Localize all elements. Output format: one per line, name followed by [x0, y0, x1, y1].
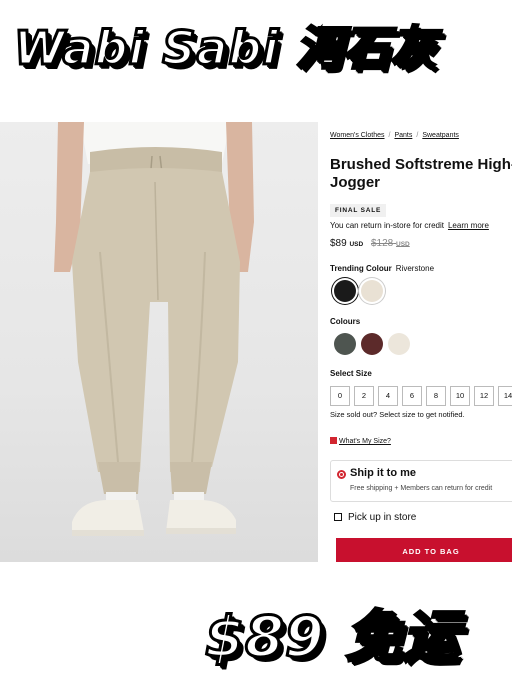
swatch-riverstone[interactable]	[361, 280, 383, 302]
return-policy: You can return in-store for credit Learn …	[330, 221, 489, 230]
size-guide-icon	[330, 437, 337, 444]
breadcrumb-sweatpants[interactable]: Sweatpants	[422, 132, 459, 139]
size-option-12[interactable]: 12	[474, 386, 494, 406]
size-option-14[interactable]: 14	[498, 386, 512, 406]
current-currency: USD	[349, 241, 364, 248]
size-option-0[interactable]: 0	[330, 386, 350, 406]
product-photo	[0, 122, 318, 562]
trending-colour-value: Riverstone	[395, 264, 435, 273]
breadcrumb-womens-clothes[interactable]: Women's Clothes	[330, 132, 385, 139]
size-option-6[interactable]: 6	[402, 386, 422, 406]
current-price: $89	[330, 238, 347, 249]
ship-option-title: Ship it to me	[350, 467, 416, 479]
product-title-line2: Jogger	[330, 174, 381, 191]
size-guide-link[interactable]: What's My Size?	[339, 438, 391, 445]
ship-option-subtitle: Free shipping + Members can return for c…	[350, 485, 493, 492]
return-policy-text: You can return in-store for credit	[330, 221, 444, 230]
breadcrumb-pants[interactable]: Pants	[394, 132, 412, 139]
pickup-label: Pick up in store	[348, 512, 417, 523]
breadcrumb-separator: /	[416, 132, 419, 139]
original-price-value: $128	[370, 238, 394, 249]
size-option-2[interactable]: 2	[354, 386, 374, 406]
product-title: Brushed Softstreme High-Rise Jogger	[330, 156, 512, 192]
select-size-label: Select Size	[330, 369, 372, 378]
breadcrumb-separator: /	[388, 132, 391, 139]
pickup-in-store-option[interactable]: Pick up in store	[334, 512, 416, 523]
size-option-4[interactable]: 4	[378, 386, 398, 406]
ship-to-me-option[interactable]: Ship it to me Free shipping + Members ca…	[330, 460, 512, 502]
trending-colour-label: Trending Colour Riverstone	[330, 264, 434, 273]
swatch-burgundy[interactable]	[361, 333, 383, 355]
swatch-black[interactable]	[334, 280, 356, 302]
original-price: $128 USD	[371, 238, 410, 249]
add-to-bag-button[interactable]: ADD TO BAG	[336, 538, 512, 562]
product-detail-panel: Women's Clothes / Pants / Sweatpants Brushed…	[330, 122, 512, 562]
price-badge: $89 免运	[203, 604, 460, 672]
price: $89 USD $128 USD	[330, 238, 410, 249]
headline-title: Wabi Sabi 河石灰	[12, 20, 438, 77]
swatch-bone[interactable]	[388, 333, 410, 355]
size-option-8[interactable]: 8	[426, 386, 446, 406]
radio-selected-icon[interactable]	[337, 470, 346, 479]
learn-more-link[interactable]: Learn more	[448, 221, 489, 230]
original-currency: USD	[396, 241, 410, 248]
trending-colour-title: Trending Colour	[330, 264, 392, 273]
size-selector: 0 2 4 6 8 10 12 14	[330, 385, 512, 406]
colours-label: Colours	[330, 317, 361, 326]
size-option-10[interactable]: 10	[450, 386, 470, 406]
breadcrumb: Women's Clothes / Pants / Sweatpants	[330, 132, 459, 139]
final-sale-badge: FINAL SALE	[330, 204, 387, 217]
store-icon	[334, 513, 342, 521]
swatch-grey-green[interactable]	[334, 333, 356, 355]
jogger-model-illustration	[54, 122, 254, 536]
sold-out-notice: Size sold out? Select size to get notifi…	[330, 410, 465, 419]
product-title-line1: Brushed Softstreme High-Rise	[330, 156, 512, 173]
size-guide[interactable]: What's My Size?	[330, 437, 391, 445]
